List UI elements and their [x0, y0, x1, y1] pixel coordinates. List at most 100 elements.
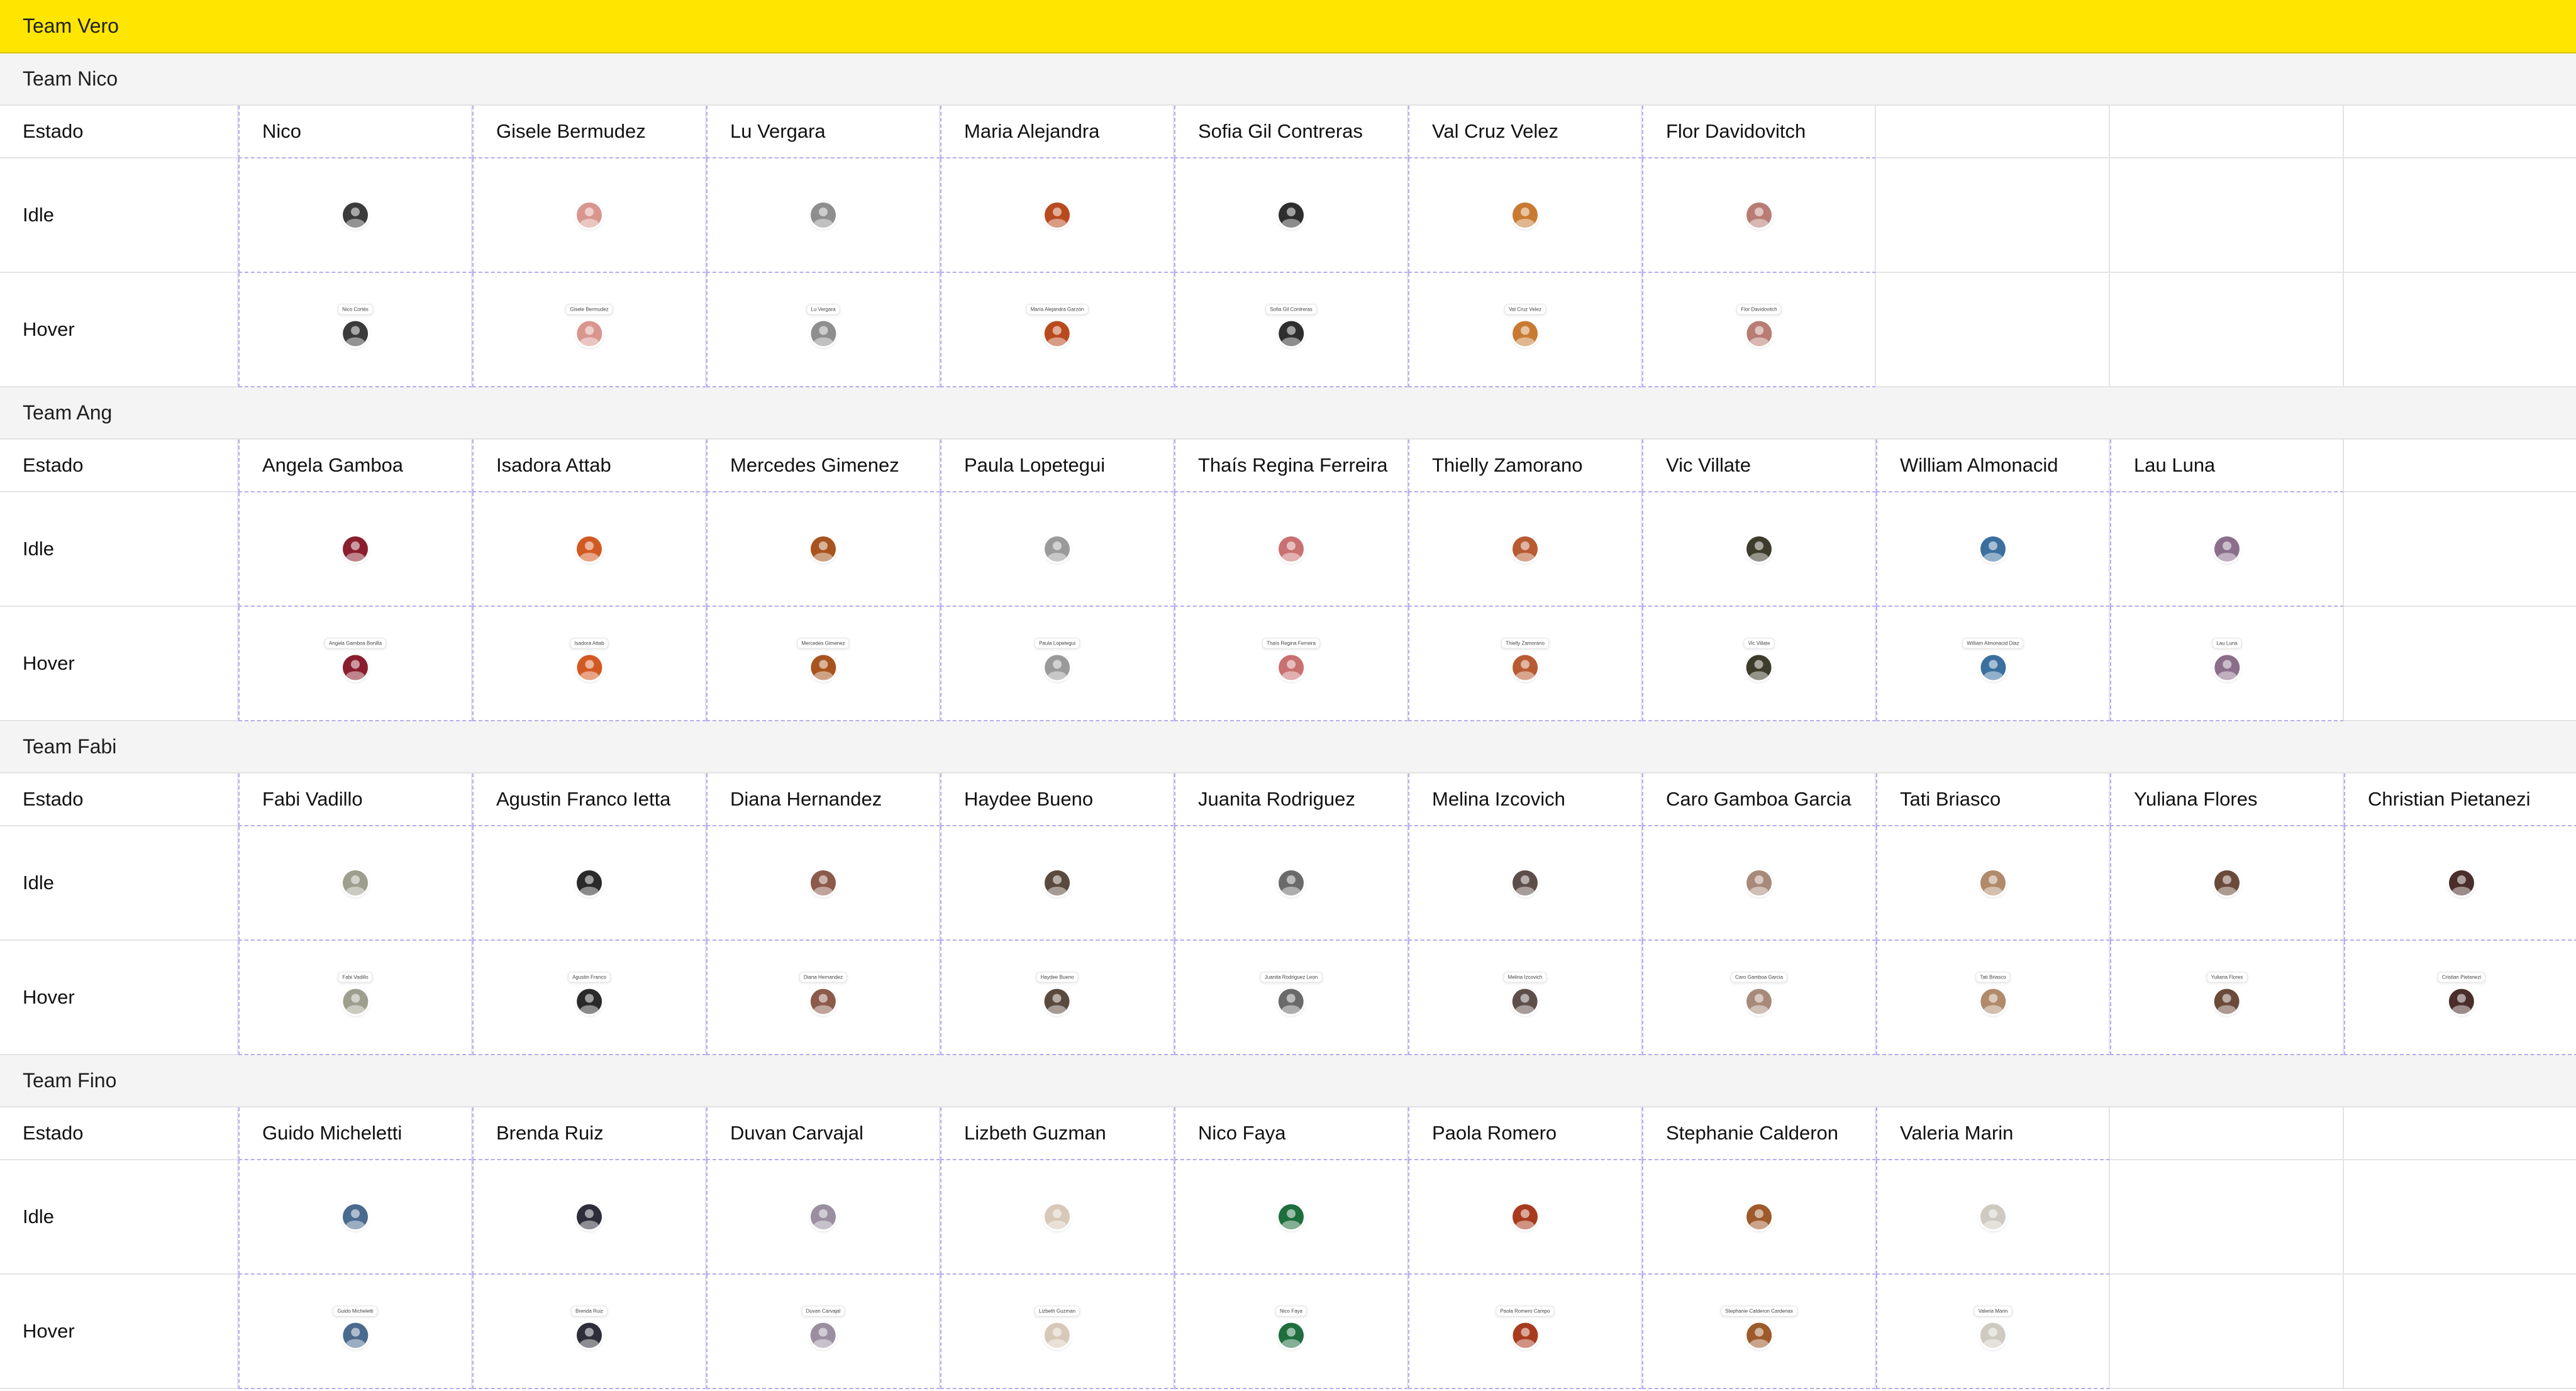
avatar-cell [1174, 1160, 1408, 1275]
avatar[interactable] [343, 870, 368, 895]
avatar-body-icon [580, 671, 599, 680]
avatar[interactable] [1279, 870, 1304, 895]
avatar-container: Valeria Marin [1974, 1305, 2012, 1348]
member-name: Duvan Carvajal [706, 1107, 940, 1160]
avatar[interactable] [343, 655, 368, 680]
avatar[interactable] [1513, 870, 1538, 895]
avatar[interactable] [1045, 989, 1070, 1014]
empty-cell [2110, 106, 2344, 158]
avatar[interactable] [1513, 1204, 1538, 1229]
avatar[interactable] [1045, 536, 1070, 562]
avatar[interactable] [1513, 536, 1538, 562]
avatar[interactable] [1279, 536, 1304, 562]
member-name: Sofia Gil Contreras [1174, 106, 1408, 158]
member-name: Val Cruz Velez [1408, 106, 1642, 158]
avatar[interactable] [1045, 870, 1070, 895]
avatar[interactable] [1980, 870, 2006, 895]
avatar-face-icon [2457, 994, 2466, 1003]
avatar-cell [940, 158, 1174, 273]
avatar-container [1045, 1204, 1070, 1229]
avatar[interactable] [810, 321, 836, 346]
name-tooltip: Juanita Rodriguez Leon [1260, 972, 1323, 983]
avatar-body-icon [813, 337, 833, 346]
avatar-cell [1408, 492, 1642, 607]
avatar[interactable] [810, 989, 836, 1014]
avatar-face-icon [1521, 541, 1530, 550]
avatar[interactable] [811, 1204, 836, 1229]
avatar-face-icon [1521, 994, 1530, 1003]
avatar[interactable] [1746, 989, 1772, 1014]
avatar[interactable] [577, 655, 602, 680]
avatar[interactable] [2214, 536, 2240, 562]
avatar[interactable] [1279, 1204, 1304, 1229]
avatar-body-icon [1516, 671, 1535, 680]
name-tooltip: Melina Izcovich [1503, 972, 1547, 983]
avatar[interactable] [577, 1204, 602, 1229]
avatar[interactable] [343, 989, 368, 1014]
avatar-container: Haydee Bueno [1036, 972, 1079, 1014]
avatar[interactable] [577, 1322, 602, 1348]
avatar[interactable] [577, 989, 602, 1014]
avatar[interactable] [1045, 1204, 1070, 1229]
avatar-face-icon [2223, 660, 2231, 669]
avatar-face-icon [1053, 994, 1062, 1003]
avatar[interactable] [1045, 321, 1070, 346]
avatar[interactable] [810, 655, 836, 680]
avatar-container: Sofia Gil Contreras [1265, 304, 1317, 346]
avatar-cell [1408, 158, 1642, 273]
avatar[interactable] [1513, 321, 1538, 346]
estado-label: Estado [0, 773, 238, 826]
avatar-container [2449, 870, 2474, 895]
avatar[interactable] [2214, 989, 2240, 1014]
avatar[interactable] [343, 202, 368, 228]
avatar[interactable] [1278, 1322, 1304, 1348]
avatar[interactable] [1513, 202, 1538, 228]
avatar[interactable] [1278, 989, 1304, 1014]
avatar-face-icon [2222, 994, 2231, 1003]
avatar[interactable] [811, 202, 836, 228]
avatar-cell: Lu Vergara [706, 273, 940, 387]
avatar[interactable] [1746, 536, 1772, 562]
avatar-body-icon [1750, 1005, 1768, 1014]
avatar[interactable] [2214, 655, 2240, 680]
avatar[interactable] [1513, 655, 1538, 680]
avatar[interactable] [1980, 989, 2006, 1014]
avatar[interactable] [1980, 1204, 2006, 1229]
avatar[interactable] [1279, 202, 1304, 228]
avatar[interactable] [1746, 321, 1772, 346]
avatar[interactable] [1513, 1322, 1538, 1348]
avatar[interactable] [1279, 655, 1304, 680]
avatar[interactable] [342, 1322, 368, 1348]
avatar[interactable] [2449, 989, 2474, 1014]
avatar[interactable] [1746, 870, 1772, 895]
avatar-face-icon [1521, 1209, 1530, 1218]
avatar[interactable] [577, 536, 602, 562]
avatar[interactable] [1980, 1322, 2006, 1348]
avatar[interactable] [343, 1204, 368, 1229]
avatar[interactable] [2449, 870, 2474, 895]
avatar[interactable] [1044, 655, 1070, 680]
avatar[interactable] [1746, 1204, 1772, 1229]
avatar[interactable] [810, 1322, 836, 1348]
avatar-cell [2110, 826, 2344, 941]
avatar[interactable] [1746, 655, 1772, 680]
avatar[interactable] [2214, 870, 2240, 895]
avatar[interactable] [1746, 202, 1772, 228]
avatar[interactable] [1980, 536, 2006, 562]
avatar-container: Angela Gamboa Bonilla [324, 638, 387, 680]
avatar[interactable] [1746, 1322, 1772, 1348]
avatar[interactable] [811, 870, 836, 895]
idle-row: Idle [0, 158, 2576, 273]
avatar[interactable] [342, 321, 368, 346]
avatar[interactable] [577, 202, 602, 228]
avatar[interactable] [577, 870, 602, 895]
avatar[interactable] [1513, 989, 1538, 1014]
avatar[interactable] [811, 536, 836, 562]
avatar[interactable] [576, 321, 602, 346]
avatar[interactable] [1044, 1322, 1070, 1348]
name-tooltip: Thielly Zamorano [1501, 638, 1549, 649]
avatar[interactable] [1045, 202, 1070, 228]
avatar[interactable] [1980, 655, 2006, 680]
avatar[interactable] [343, 536, 368, 562]
avatar[interactable] [1279, 321, 1304, 346]
